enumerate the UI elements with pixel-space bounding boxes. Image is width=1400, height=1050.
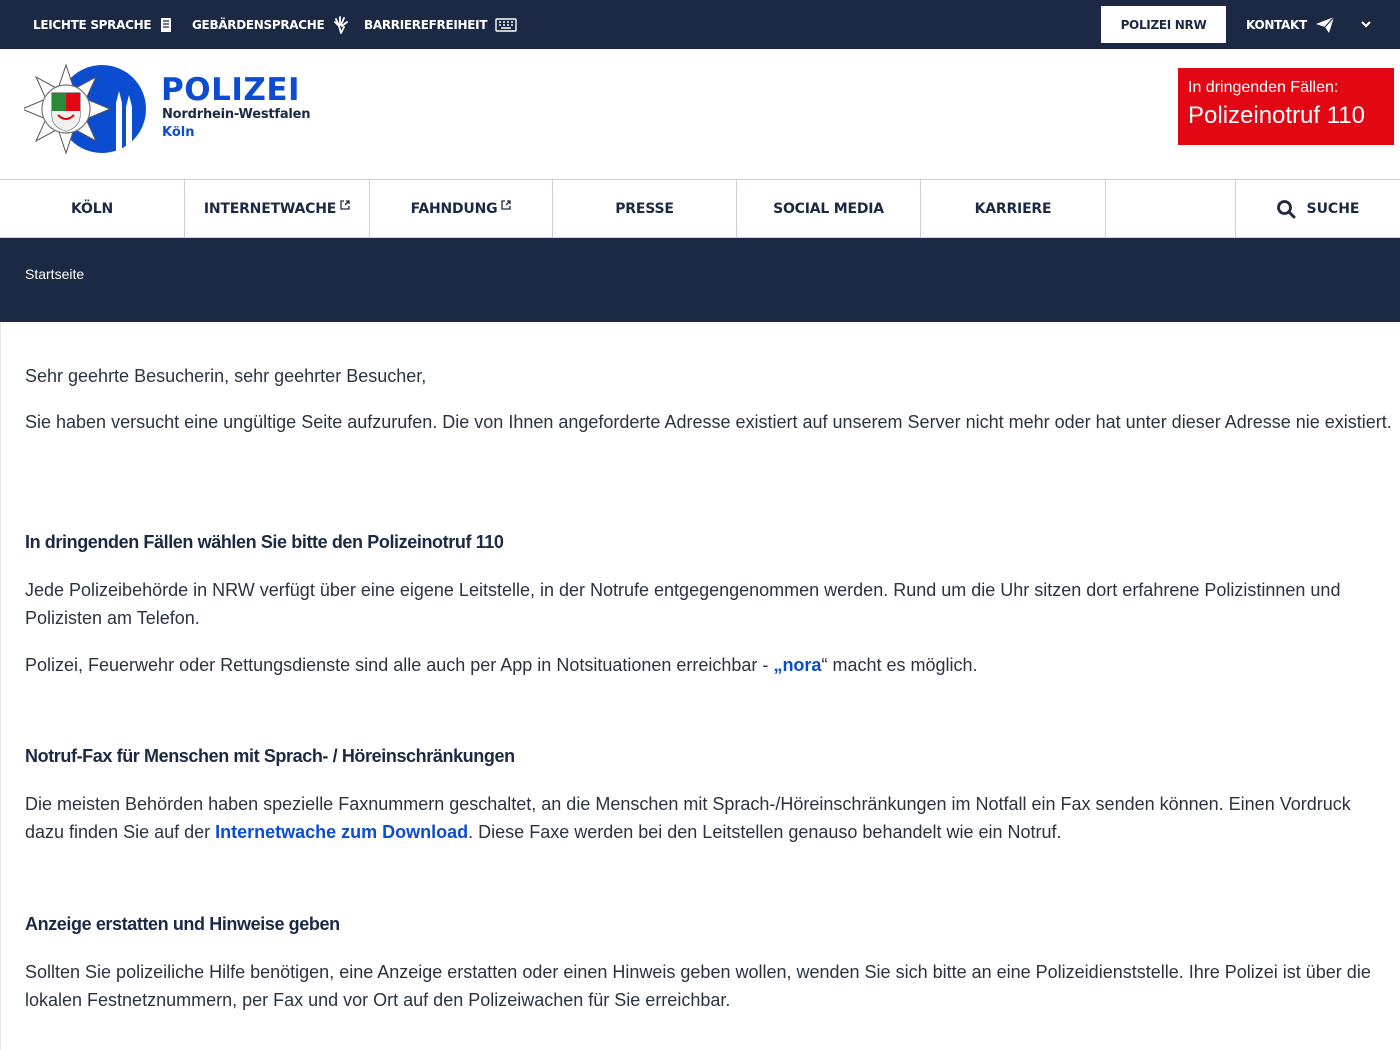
search-button[interactable]: SUCHE xyxy=(1235,180,1400,238)
app-text-before: Polizei, Feuerwehr oder Rettungsdienste … xyxy=(25,655,774,675)
section-anzeige-paragraph: Sollten Sie polizeiliche Hilfe benötigen… xyxy=(25,962,1371,1010)
book-icon xyxy=(159,17,173,33)
chevron-down-icon[interactable] xyxy=(1358,16,1374,32)
leichte-sprache-label: LEICHTE SPRACHE xyxy=(33,17,152,32)
police-star-icon xyxy=(24,63,146,155)
fax-text-after: . Diese Faxe werden bei den Leitstellen … xyxy=(468,822,1062,842)
keyboard-icon xyxy=(495,17,517,32)
logo-title: POLIZEI xyxy=(161,72,301,108)
external-link-icon xyxy=(340,200,350,210)
emergency-number: Polizeinotruf 110 xyxy=(1188,102,1365,129)
breadcrumb-item-startseite[interactable]: Startseite xyxy=(25,266,84,282)
gebaerdensprache-label: GEBÄRDENSPRACHE xyxy=(192,17,325,32)
kontakt-link[interactable]: KONTAKT xyxy=(1246,0,1335,49)
intro-text: Sie haben versucht eine ungültige Seite … xyxy=(25,412,1392,432)
section-heading-fax: Notruf-Fax für Menschen mit Sprach- / Hö… xyxy=(25,746,515,766)
nav-item-internetwache[interactable]: INTERNETWACHE xyxy=(185,180,370,238)
nav-item-label: PRESSE xyxy=(615,201,674,217)
external-link-icon xyxy=(501,200,512,210)
nav-item-label: FAHNDUNG xyxy=(410,201,498,217)
search-label: SUCHE xyxy=(1306,201,1360,217)
nav-item-label: SOCIAL MEDIA xyxy=(773,201,884,217)
nav-item-label: KARRIERE xyxy=(974,201,1052,217)
leichte-sprache-link[interactable]: LEICHTE SPRACHE xyxy=(33,0,173,49)
polizei-nrw-button[interactable]: POLIZEI NRW xyxy=(1101,6,1226,43)
nav-item-label: KÖLN xyxy=(71,201,113,217)
logo-city: Köln xyxy=(162,125,195,140)
section-heading-anzeige: Anzeige erstatten und Hinweise geben xyxy=(25,914,340,934)
nav-item-label: INTERNETWACHE xyxy=(203,201,337,217)
nav-item-presse[interactable]: PRESSE xyxy=(553,180,737,238)
kontakt-label: KONTAKT xyxy=(1246,17,1307,32)
section-notruf-app-paragraph: Polizei, Feuerwehr oder Rettungsdienste … xyxy=(25,651,1393,679)
page-border xyxy=(0,322,1,1050)
nav-item-fahndung[interactable]: FAHNDUNG xyxy=(370,180,553,238)
site-header: POLIZEI Nordrhein-Westfalen Köln In drin… xyxy=(0,49,1400,180)
greeting-text: Sehr geehrte Besucherin, sehr geehrter B… xyxy=(25,366,427,386)
emergency-call-box[interactable]: In dringenden Fällen: Polizeinotruf 110 xyxy=(1178,68,1394,145)
logo-subtitle: Nordrhein-Westfalen xyxy=(162,107,311,122)
internetwache-download-link[interactable]: Internetwache zum Download xyxy=(215,822,468,842)
sign-language-hand-icon xyxy=(332,15,350,34)
polizei-nrw-label: POLIZEI NRW xyxy=(1120,17,1207,32)
barrierefreiheit-link[interactable]: BARRIEREFREIHEIT xyxy=(364,0,517,49)
nav-item-social-media[interactable]: SOCIAL MEDIA xyxy=(737,180,921,238)
breadcrumb: Startseite xyxy=(0,238,1400,322)
nav-item-koeln[interactable]: KÖLN xyxy=(0,180,185,238)
nora-link[interactable]: „nora xyxy=(773,655,821,675)
search-icon xyxy=(1276,199,1296,219)
paper-plane-icon xyxy=(1315,16,1335,34)
main-navigation: KÖLN INTERNETWACHE FAHNDUNG PRESSE SOCIA… xyxy=(0,179,1400,238)
emergency-label: In dringenden Fällen: xyxy=(1188,79,1339,96)
barrierefreiheit-label: BARRIEREFREIHEIT xyxy=(364,17,488,32)
section-fax-paragraph: Die meisten Behörden haben spezielle Fax… xyxy=(25,790,1393,846)
gebaerdensprache-link[interactable]: GEBÄRDENSPRACHE xyxy=(192,0,350,49)
nav-item-karriere[interactable]: KARRIERE xyxy=(921,180,1106,238)
section-heading-notruf: In dringenden Fällen wählen Sie bitte de… xyxy=(25,532,504,552)
top-utility-bar: LEICHTE SPRACHE GEBÄRDENSPRACHE BARRIERE… xyxy=(0,0,1400,49)
app-text-after: “ macht es möglich. xyxy=(821,655,978,675)
section-notruf-paragraph: Jede Polizeibehörde in NRW verfügt über … xyxy=(25,580,1341,628)
